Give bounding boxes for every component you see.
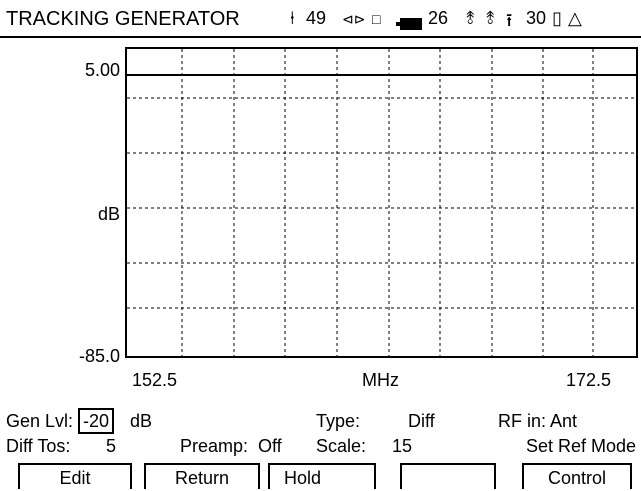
title-divider bbox=[0, 36, 641, 38]
y-axis-top-label: 5.00 bbox=[84, 60, 120, 80]
diff-tos-value: 5 bbox=[106, 436, 117, 456]
diff-tos-label: Diff Tos: bbox=[6, 436, 71, 456]
up-arrow-icon-3: ⭱ bbox=[506, 10, 513, 30]
gen-level-label: Gen Lvl: bbox=[6, 411, 74, 431]
y-axis-unit-label: dB bbox=[97, 204, 120, 224]
gen-level-value[interactable]: -20 bbox=[78, 408, 115, 434]
edit-softkey[interactable]: Edit bbox=[18, 463, 132, 489]
x-axis-stop-label: 172.5 bbox=[566, 370, 612, 390]
channel-readout: 49 bbox=[306, 8, 327, 28]
screen-title: TRACKING GENERATOR bbox=[6, 8, 240, 30]
type-value: Diff bbox=[408, 411, 435, 431]
set-ref-mode: Set Ref Mode bbox=[526, 436, 637, 456]
x-axis-unit-label: MHz bbox=[362, 370, 399, 390]
rectangle-icon: ▯ bbox=[552, 8, 562, 28]
triangle-icon: △ bbox=[568, 8, 582, 28]
up-arrow-icon: ⥉ bbox=[466, 8, 475, 28]
cable-icon: ⊲⊳ bbox=[342, 11, 366, 27]
x-axis-start-label: 152.5 bbox=[132, 370, 178, 390]
gen-level-unit: dB bbox=[130, 411, 153, 431]
scale-value: 15 bbox=[392, 436, 413, 456]
y-axis-bottom-label: -85.0 bbox=[78, 346, 120, 366]
trace-graph bbox=[125, 47, 638, 358]
control-softkey[interactable]: Control bbox=[522, 463, 632, 489]
square-icon: □ bbox=[372, 11, 381, 27]
temperature-readout: 26 bbox=[428, 8, 449, 28]
hold-softkey[interactable]: Hold bbox=[268, 463, 376, 489]
battery-icon bbox=[396, 14, 422, 35]
antenna-icon: ⍿ bbox=[290, 8, 295, 28]
blank-softkey[interactable] bbox=[400, 463, 496, 489]
rf-input: RF in: Ant bbox=[498, 411, 578, 431]
graticule bbox=[127, 49, 636, 356]
scale-label: Scale: bbox=[316, 436, 367, 456]
gen-level-field[interactable]: -20 bbox=[78, 408, 115, 434]
preamp-value: Off bbox=[258, 436, 282, 456]
return-softkey[interactable]: Return bbox=[144, 463, 260, 489]
up-arrow-icon-2: ⥉ bbox=[486, 8, 495, 28]
preamp-label: Preamp: bbox=[180, 436, 249, 456]
time-readout: 30 bbox=[526, 8, 547, 28]
type-label: Type: bbox=[316, 411, 361, 431]
